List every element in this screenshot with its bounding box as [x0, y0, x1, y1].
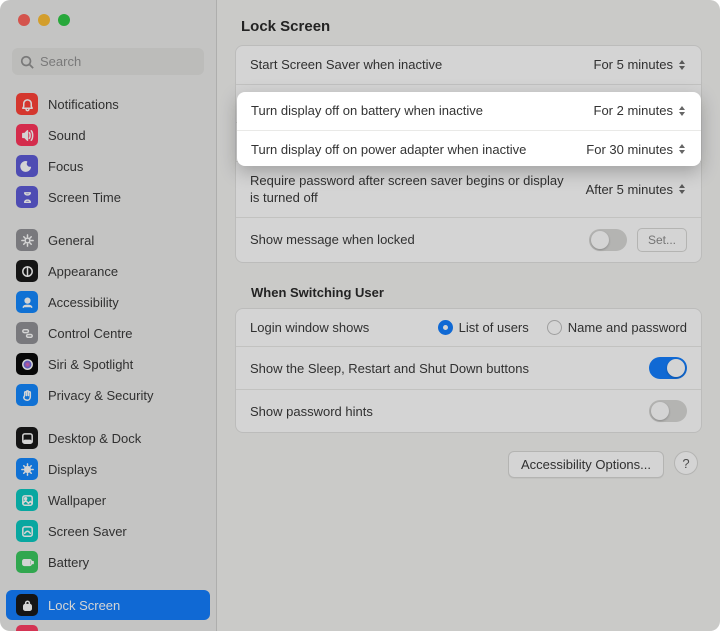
row-screensaver: Start Screen Saver when inactive For 5 m… [236, 46, 701, 84]
sidebar-item-label: Privacy & Security [48, 388, 153, 403]
sidebar-item-label: Sound [48, 128, 86, 143]
person-icon [16, 291, 38, 313]
fingerprint-icon [16, 625, 38, 631]
window-controls [0, 0, 216, 34]
search-icon [20, 55, 34, 69]
sidebar: Notifications Sound Focus Screen Time Genera… [0, 0, 217, 631]
radio-name-password[interactable]: Name and password [547, 320, 687, 335]
row-show-message: Show message when locked Set... [236, 217, 701, 262]
sidebar-item-privacy-security[interactable]: Privacy & Security [6, 380, 210, 410]
sleep-buttons-toggle[interactable] [649, 357, 687, 379]
help-button[interactable]: ? [674, 451, 698, 475]
page-title: Lock Screen [241, 18, 696, 35]
accessibility-options-button[interactable]: Accessibility Options... [508, 451, 664, 478]
sidebar-item-notifications[interactable]: Notifications [6, 89, 210, 119]
sidebar-item-displays[interactable]: Displays [6, 454, 210, 484]
password-hints-toggle[interactable] [649, 400, 687, 422]
display-power-popup[interactable]: For 30 minutes [586, 134, 687, 149]
sidebar-item-desktop-dock[interactable]: Desktop & Dock [6, 423, 210, 453]
siri-icon [16, 353, 38, 375]
row-label: Turn display off on power adapter when i… [250, 133, 525, 151]
sidebar-item-battery[interactable]: Battery [6, 547, 210, 577]
sidebar-item-touch-id-password[interactable]: Touch ID & Password [6, 621, 210, 631]
gear-icon [16, 229, 38, 251]
zoom-window-button[interactable] [58, 14, 70, 26]
sidebar-item-label: Wallpaper [48, 493, 106, 508]
sidebar-item-sound[interactable]: Sound [6, 120, 210, 150]
row-require-password: Require password after screen saver begi… [236, 161, 701, 217]
sidebar-item-siri-spotlight[interactable]: Siri & Spotlight [6, 349, 210, 379]
radio-list-of-users[interactable]: List of users [438, 320, 529, 335]
display-battery-popup[interactable]: For 2 minutes [594, 96, 687, 111]
wallpaper-icon [16, 489, 38, 511]
sidebar-item-label: Control Centre [48, 326, 133, 341]
sidebar-item-accessibility[interactable]: Accessibility [6, 287, 210, 317]
bell-icon [16, 93, 38, 115]
row-label: Start Screen Saver when inactive [250, 56, 442, 74]
sidebar-item-label: Focus [48, 159, 83, 174]
row-label: Show password hints [250, 403, 373, 421]
sidebar-item-focus[interactable]: Focus [6, 151, 210, 181]
sidebar-item-appearance[interactable]: Appearance [6, 256, 210, 286]
set-message-button[interactable]: Set... [637, 228, 687, 252]
sidebar-item-label: Accessibility [48, 295, 119, 310]
sidebar-item-label: Battery [48, 555, 89, 570]
switches-icon [16, 322, 38, 344]
sidebar-item-label: Desktop & Dock [48, 431, 141, 446]
sidebar-item-label: Appearance [48, 264, 118, 279]
sidebar-item-label: Screen Saver [48, 524, 127, 539]
row-display-battery: Turn display off on battery when inactiv… [236, 84, 701, 123]
battery-icon [16, 551, 38, 573]
sidebar-item-label: Displays [48, 462, 97, 477]
row-label: Require password after screen saver begi… [250, 172, 570, 207]
updown-icon [677, 96, 687, 110]
sidebar-item-label: Lock Screen [48, 598, 120, 613]
row-label: Turn display off on battery when inactiv… [250, 95, 482, 113]
moon-icon [16, 155, 38, 177]
sidebar-item-label: Notifications [48, 97, 119, 112]
row-sleep-buttons: Show the Sleep, Restart and Shut Down bu… [236, 346, 701, 389]
speaker-icon [16, 124, 38, 146]
lock-icon [16, 594, 38, 616]
screensaver-icon [16, 520, 38, 542]
sidebar-item-label: Siri & Spotlight [48, 357, 133, 372]
require-password-popup[interactable]: After 5 minutes [586, 182, 687, 197]
appearance-icon [16, 260, 38, 282]
screensaver-popup[interactable]: For 5 minutes [594, 57, 687, 72]
sidebar-item-screen-saver[interactable]: Screen Saver [6, 516, 210, 546]
row-label: Login window shows [250, 319, 369, 337]
content-pane: Lock Screen Start Screen Saver when inac… [217, 0, 720, 631]
sidebar-scroll[interactable]: Notifications Sound Focus Screen Time Genera… [0, 83, 216, 631]
sun-icon [16, 458, 38, 480]
dock-icon [16, 427, 38, 449]
sidebar-item-general[interactable]: General [6, 225, 210, 255]
sidebar-item-wallpaper[interactable]: Wallpaper [6, 485, 210, 515]
row-password-hints: Show password hints [236, 389, 701, 432]
search-input[interactable] [12, 48, 204, 75]
switching-user-title: When Switching User [235, 281, 702, 308]
lockscreen-card: Start Screen Saver when inactive For 5 m… [235, 45, 702, 263]
hand-icon [16, 384, 38, 406]
switching-card: Login window shows List of users Name an… [235, 308, 702, 434]
row-label: Show the Sleep, Restart and Shut Down bu… [250, 360, 529, 378]
close-window-button[interactable] [18, 14, 30, 26]
updown-icon [677, 135, 687, 149]
sidebar-item-label: Screen Time [48, 190, 121, 205]
row-login-window: Login window shows List of users Name an… [236, 309, 701, 347]
sidebar-item-lock-screen[interactable]: Lock Screen [6, 590, 210, 620]
row-label: Show message when locked [250, 231, 415, 249]
sidebar-item-label: General [48, 233, 94, 248]
sidebar-item-control-centre[interactable]: Control Centre [6, 318, 210, 348]
updown-icon [677, 182, 687, 196]
updown-icon [677, 58, 687, 72]
minimize-window-button[interactable] [38, 14, 50, 26]
hourglass-icon [16, 186, 38, 208]
show-message-toggle[interactable] [589, 229, 627, 251]
row-display-power: Turn display off on power adapter when i… [236, 122, 701, 161]
sidebar-item-screen-time[interactable]: Screen Time [6, 182, 210, 212]
